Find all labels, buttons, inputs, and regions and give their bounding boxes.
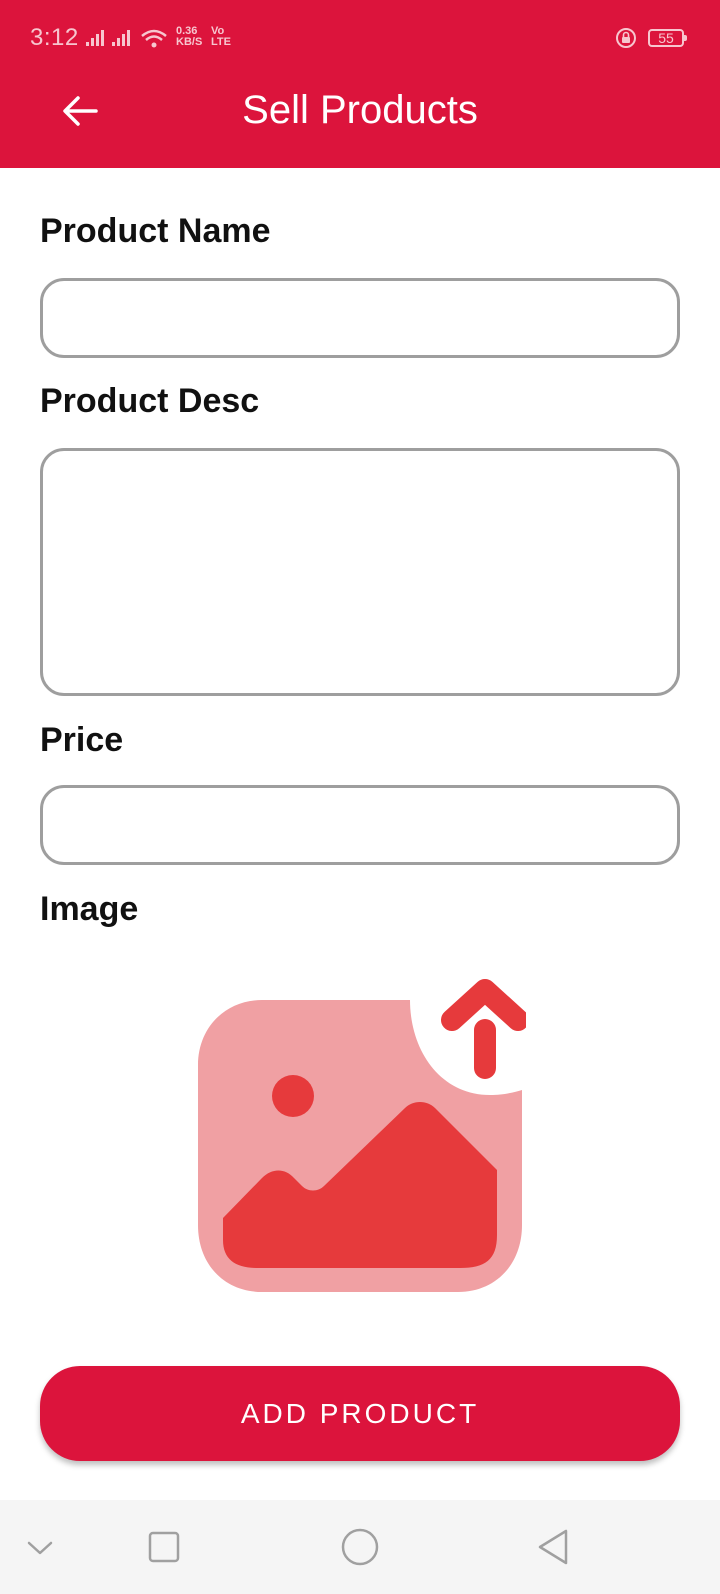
circle-icon: [341, 1528, 379, 1566]
image-upload-icon: [198, 979, 529, 1292]
price-input[interactable]: [40, 785, 680, 865]
product-name-label: Product Name: [40, 212, 271, 250]
product-desc-label: Product Desc: [40, 382, 260, 420]
app-bar: 3:12 0.36 KB/S Vo LTE 55 Sell Products: [0, 0, 720, 168]
triangle-back-icon: [538, 1529, 568, 1565]
image-label: Image: [40, 890, 139, 928]
image-upload-button[interactable]: [196, 975, 529, 1293]
price-label: Price: [40, 721, 124, 759]
add-product-button[interactable]: ADD PRODUCT: [40, 1366, 680, 1461]
system-nav-bar: [0, 1500, 720, 1594]
net-speed: 0.36 KB/S: [176, 25, 203, 48]
square-icon: [148, 1531, 180, 1563]
nav-recents-button[interactable]: [139, 1522, 189, 1572]
nav-back-button[interactable]: [530, 1522, 580, 1572]
status-time: 3:12: [30, 24, 79, 51]
page-title: Sell Products: [242, 88, 478, 132]
signal-wifi-icons: [86, 29, 167, 48]
rotation-lock-icon: [616, 28, 636, 48]
nav-collapse-button[interactable]: [15, 1522, 65, 1572]
product-name-input[interactable]: [40, 278, 680, 358]
nav-home-button[interactable]: [335, 1522, 385, 1572]
battery-indicator: 55: [648, 29, 687, 47]
chevron-down-icon: [27, 1541, 53, 1555]
product-desc-input[interactable]: [40, 448, 680, 696]
net-type: Vo LTE: [211, 25, 231, 48]
